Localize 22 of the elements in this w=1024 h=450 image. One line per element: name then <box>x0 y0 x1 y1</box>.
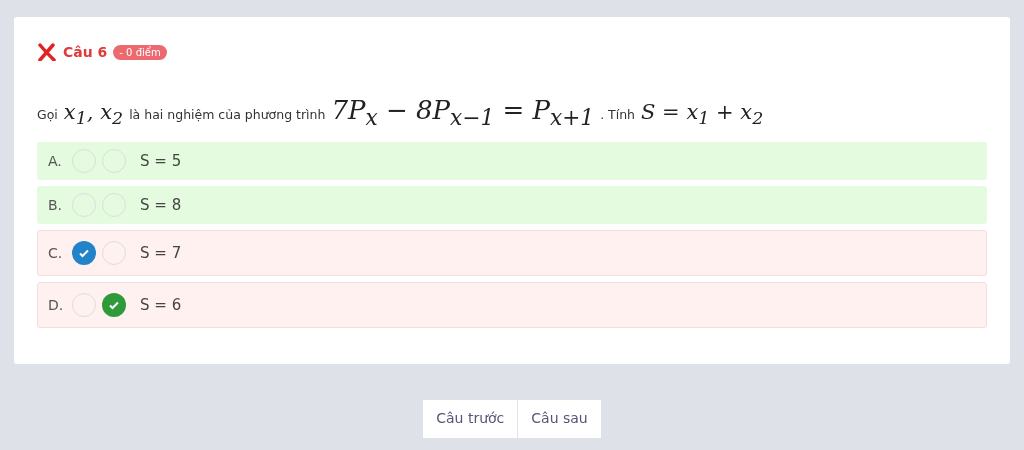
answer-option[interactable]: B. S = 8 <box>37 186 987 225</box>
score-badge: - 0 điểm <box>113 44 167 60</box>
question-text: Gọi <box>37 107 58 122</box>
question-text: . Tính <box>600 107 636 122</box>
option-label: A. <box>48 153 63 170</box>
answer-option[interactable]: A. S = 5 <box>37 142 987 181</box>
question-text: là hai nghiệm của phương trình <box>129 107 326 122</box>
nav-button[interactable]: Câu sau <box>518 400 601 439</box>
option-label: B. <box>48 197 64 214</box>
option-label: C. <box>48 245 64 262</box>
answer-option[interactable]: D. S = 6 <box>37 282 987 329</box>
option-text: S = 6 <box>140 296 182 315</box>
option-text: S = 8 <box>140 196 182 215</box>
question-title: Câu 6 <box>63 44 108 60</box>
math-formula: x$_{1}$, x$_{2}$ <box>63 100 124 129</box>
answer-option[interactable]: C. S = 7 <box>37 230 987 277</box>
option-text: S = 5 <box>140 152 182 171</box>
nav-button[interactable]: Câu trước <box>423 400 519 439</box>
option-label: D. <box>48 297 65 314</box>
math-formula: S = x$_{1}$ + x$_{2}$ <box>641 100 764 129</box>
math-formula: 7P$_{x}$ − 8P$_{x−1}$ = P$_{x+1}$ <box>331 95 595 131</box>
option-text: S = 7 <box>140 244 182 263</box>
